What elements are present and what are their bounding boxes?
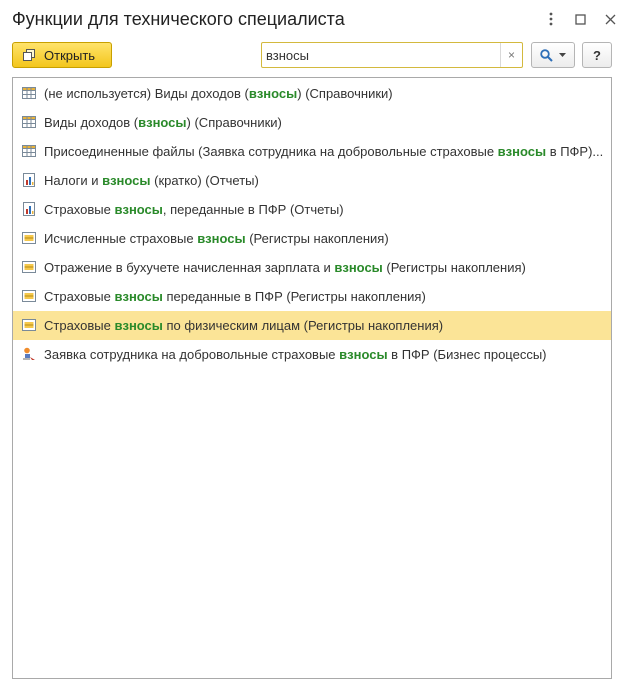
list-item-label: (не используется) Виды доходов (взносы) … [44, 86, 393, 101]
open-icon [23, 49, 35, 61]
toolbar: Открыть × ? [0, 38, 627, 74]
search-match-highlight: взносы [114, 289, 163, 304]
more-actions-button[interactable] [542, 9, 560, 29]
magnifier-icon [540, 48, 553, 62]
results-list: (не используется) Виды доходов (взносы) … [12, 77, 612, 679]
search-input[interactable] [266, 45, 496, 65]
table-icon [22, 86, 36, 100]
help-button[interactable]: ? [582, 42, 612, 68]
close-icon [605, 14, 615, 24]
search-match-highlight: взносы [334, 260, 383, 275]
search-match-highlight: взносы [497, 144, 547, 159]
list-item[interactable]: Налоги и взносы (кратко) (Отчеты) [13, 166, 611, 195]
register-icon [22, 318, 36, 332]
dropdown-arrow-icon [559, 53, 566, 57]
window-title: Функции для технического специалиста [12, 9, 345, 29]
search-match-highlight: взносы [102, 173, 151, 188]
search-match-highlight: взносы [339, 347, 388, 362]
vertical-dots-icon [549, 12, 553, 26]
maximize-icon [574, 13, 586, 25]
list-item[interactable]: Отражение в бухучете начисленная зарплат… [13, 253, 611, 282]
list-item[interactable]: Страховые взносы переданные в ПФР (Регис… [13, 282, 611, 311]
table-icon [22, 144, 36, 158]
search-match-highlight: взносы [114, 318, 163, 333]
list-item-label: Страховые взносы по физическим лицам (Ре… [44, 318, 444, 333]
list-item-label: Страховые взносы, переданные в ПФР (Отче… [44, 202, 344, 217]
table-icon [22, 115, 36, 129]
list-item[interactable]: Виды доходов (взносы) (Справочники) [13, 108, 611, 137]
list-item-label: Отражение в бухучете начисленная зарплат… [44, 260, 526, 275]
search-match-highlight: взносы [114, 202, 163, 217]
clear-search-button[interactable]: × [500, 43, 522, 67]
list-item-label: Заявка сотрудника на добровольные страхо… [44, 347, 547, 362]
list-item-label: Виды доходов (взносы) (Справочники) [44, 115, 282, 130]
list-item-label: Налоги и взносы (кратко) (Отчеты) [44, 173, 259, 188]
list-item[interactable]: Страховые взносы по физическим лицам (Ре… [13, 311, 611, 340]
register-icon [22, 260, 36, 274]
title-bar: Функции для технического специалиста [0, 0, 627, 38]
open-button[interactable]: Открыть [12, 42, 112, 68]
business-process-icon [22, 347, 36, 361]
register-icon [22, 231, 36, 245]
list-item[interactable]: Присоединенные файлы (Заявка сотрудника … [13, 137, 611, 166]
list-item-label: Исчисленные страховые взносы (Регистры н… [44, 231, 389, 246]
search-match-highlight: взносы [248, 86, 298, 101]
search-button[interactable] [531, 42, 575, 68]
list-item[interactable]: Заявка сотрудника на добровольные страхо… [13, 340, 611, 369]
search-match-highlight: взносы [138, 115, 187, 130]
list-item-label: Присоединенные файлы (Заявка сотрудника … [44, 144, 604, 159]
report-icon [22, 202, 36, 216]
list-item[interactable]: (не используется) Виды доходов (взносы) … [13, 79, 611, 108]
list-item-label: Страховые взносы переданные в ПФР (Регис… [44, 289, 426, 304]
register-icon [22, 289, 36, 303]
list-item[interactable]: Страховые взносы, переданные в ПФР (Отче… [13, 195, 611, 224]
search-box: × [261, 42, 523, 68]
close-button[interactable] [601, 9, 619, 29]
maximize-button[interactable] [571, 9, 589, 29]
search-match-highlight: взносы [197, 231, 246, 246]
open-button-label: Открыть [44, 47, 96, 63]
report-icon [22, 173, 36, 187]
list-item[interactable]: Исчисленные страховые взносы (Регистры н… [13, 224, 611, 253]
